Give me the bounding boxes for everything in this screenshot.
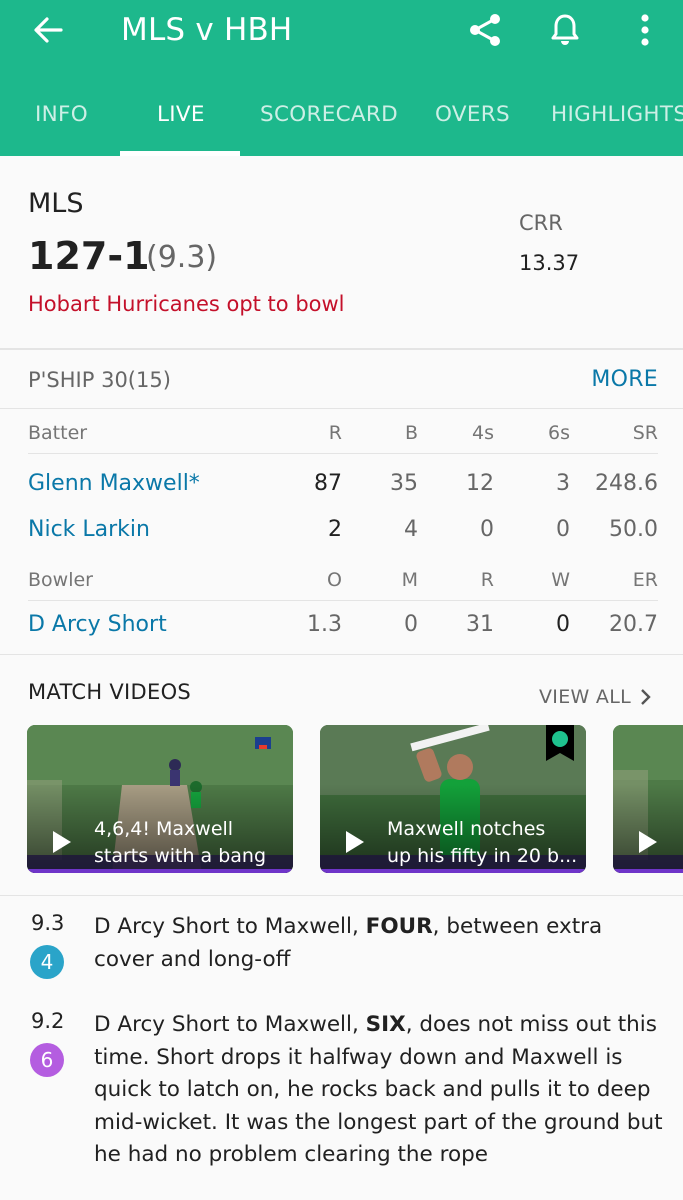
tab-live[interactable]: LIVE [157,102,205,127]
bowler-maidens: 0 [404,612,418,637]
batter-runs: 2 [328,517,342,542]
divider [0,654,683,655]
toss-status: Hobart Hurricanes opt to bowl [28,292,345,316]
batter-name[interactable]: Glenn Maxwell* [28,471,200,496]
commentary-event: FOUR [365,914,433,939]
commentary-text: D Arcy Short to Maxwell, SIX, does not m… [94,1009,664,1172]
match-videos-title: MATCH VIDEOS [28,680,192,704]
table-row[interactable]: Glenn Maxwell* 87 35 12 3 248.6 [28,471,658,511]
col-bowler: Bowler [28,569,93,591]
over-number: 9.3 [31,911,65,935]
commentary-lead: D Arcy Short to Maxwell, [94,1012,366,1037]
view-all-label: VIEW ALL [539,686,632,708]
video-card[interactable] [613,725,683,873]
play-icon[interactable] [51,829,73,855]
batter-runs: 87 [314,471,342,496]
col-overs: O [327,569,342,591]
video-card[interactable]: 4,6,4! Maxwell starts with a bang [27,725,293,873]
batting-header-row: Batter R B 4s 6s SR [28,422,658,462]
crr-value: 13.37 [519,251,580,275]
bowler-runs: 31 [466,612,494,637]
commentary-text: D Arcy Short to Maxwell, FOUR, between e… [94,911,664,976]
more-vert-icon[interactable] [625,10,665,50]
batter-balls: 4 [404,517,418,542]
team-score: 127-1 [28,234,150,278]
match-title: MLS v HBH [121,12,293,48]
col-economy: ER [632,569,658,591]
bell-icon[interactable] [545,10,585,50]
video-caption-line: up his fifty in 20 b... [387,845,577,867]
divider [0,408,683,409]
divider [28,453,658,454]
col-maidens: M [401,569,418,591]
video-caption-line: Maxwell notches [387,818,546,840]
tab-bar: INFO LIVE SCORECARD OVERS HIGHLIGHTS [0,84,683,156]
batter-name[interactable]: Nick Larkin [28,517,150,542]
col-fours: 4s [472,422,494,444]
bowler-name[interactable]: D Arcy Short [28,612,167,637]
crr-label: CRR [519,211,563,235]
video-caption: 4,6,4! Maxwell starts with a bang [94,816,284,870]
ball-result-badge: 4 [30,945,64,979]
divider [0,895,683,896]
col-strike-rate: SR [632,422,658,444]
app-bar: MLS v HBH INFO LIVE SCORECARD OVERS HIGH… [0,0,683,156]
video-caption-line: 4,6,4! Maxwell [94,818,234,840]
scorebug-bar [613,855,683,873]
col-batter: Batter [28,422,88,444]
overs-count: (9.3) [146,240,218,275]
tab-overs[interactable]: OVERS [435,102,510,127]
commentary-lead: D Arcy Short to Maxwell, [94,914,366,939]
ball-result-badge: 6 [30,1043,64,1077]
batter-fours: 12 [466,471,494,496]
col-wickets: W [551,569,570,591]
share-icon[interactable] [465,10,505,50]
table-row[interactable]: D Arcy Short 1.3 0 31 0 20.7 [28,612,658,652]
video-caption-line: starts with a bang [94,845,267,867]
bowler-economy: 20.7 [609,612,658,637]
commentary-event: SIX [365,1012,406,1037]
over-number: 9.2 [31,1009,65,1033]
col-runs: R [328,422,342,444]
col-sixes: 6s [548,422,570,444]
divider [28,600,658,601]
toolbar: MLS v HBH [0,0,683,62]
batter-strike-rate: 248.6 [595,471,658,496]
play-icon[interactable] [637,829,659,855]
back-arrow-icon[interactable] [28,12,68,48]
view-all-link[interactable]: VIEW ALL [539,686,651,708]
divider [0,348,683,350]
tab-scorecard[interactable]: SCORECARD [260,102,398,127]
col-runs-conceded: R [480,569,494,591]
tab-info[interactable]: INFO [35,102,88,127]
bowling-header-row: Bowler O M R W ER [28,569,658,609]
batter-fours: 0 [480,517,494,542]
batter-balls: 35 [390,471,418,496]
play-icon[interactable] [344,829,366,855]
batter-sixes: 0 [556,517,570,542]
bowler-overs: 1.3 [307,612,342,637]
video-card[interactable]: Maxwell notches up his fifty in 20 b... [320,725,586,873]
partnership-label: P'SHIP 30(15) [28,368,171,392]
table-row[interactable]: Nick Larkin 2 4 0 0 50.0 [28,517,658,557]
col-balls: B [404,422,418,444]
batter-sixes: 3 [556,471,570,496]
chevron-right-icon [641,689,651,705]
bowler-wickets: 0 [556,612,570,637]
tab-highlights[interactable]: HIGHLIGHTS [551,102,683,127]
video-caption: Maxwell notches up his fifty in 20 b... [387,816,577,870]
batter-strike-rate: 50.0 [609,517,658,542]
batting-team: MLS [28,188,84,219]
more-link[interactable]: MORE [591,367,658,392]
score-summary: MLS 127-1 (9.3) Hobart Hurricanes opt to… [0,156,683,348]
